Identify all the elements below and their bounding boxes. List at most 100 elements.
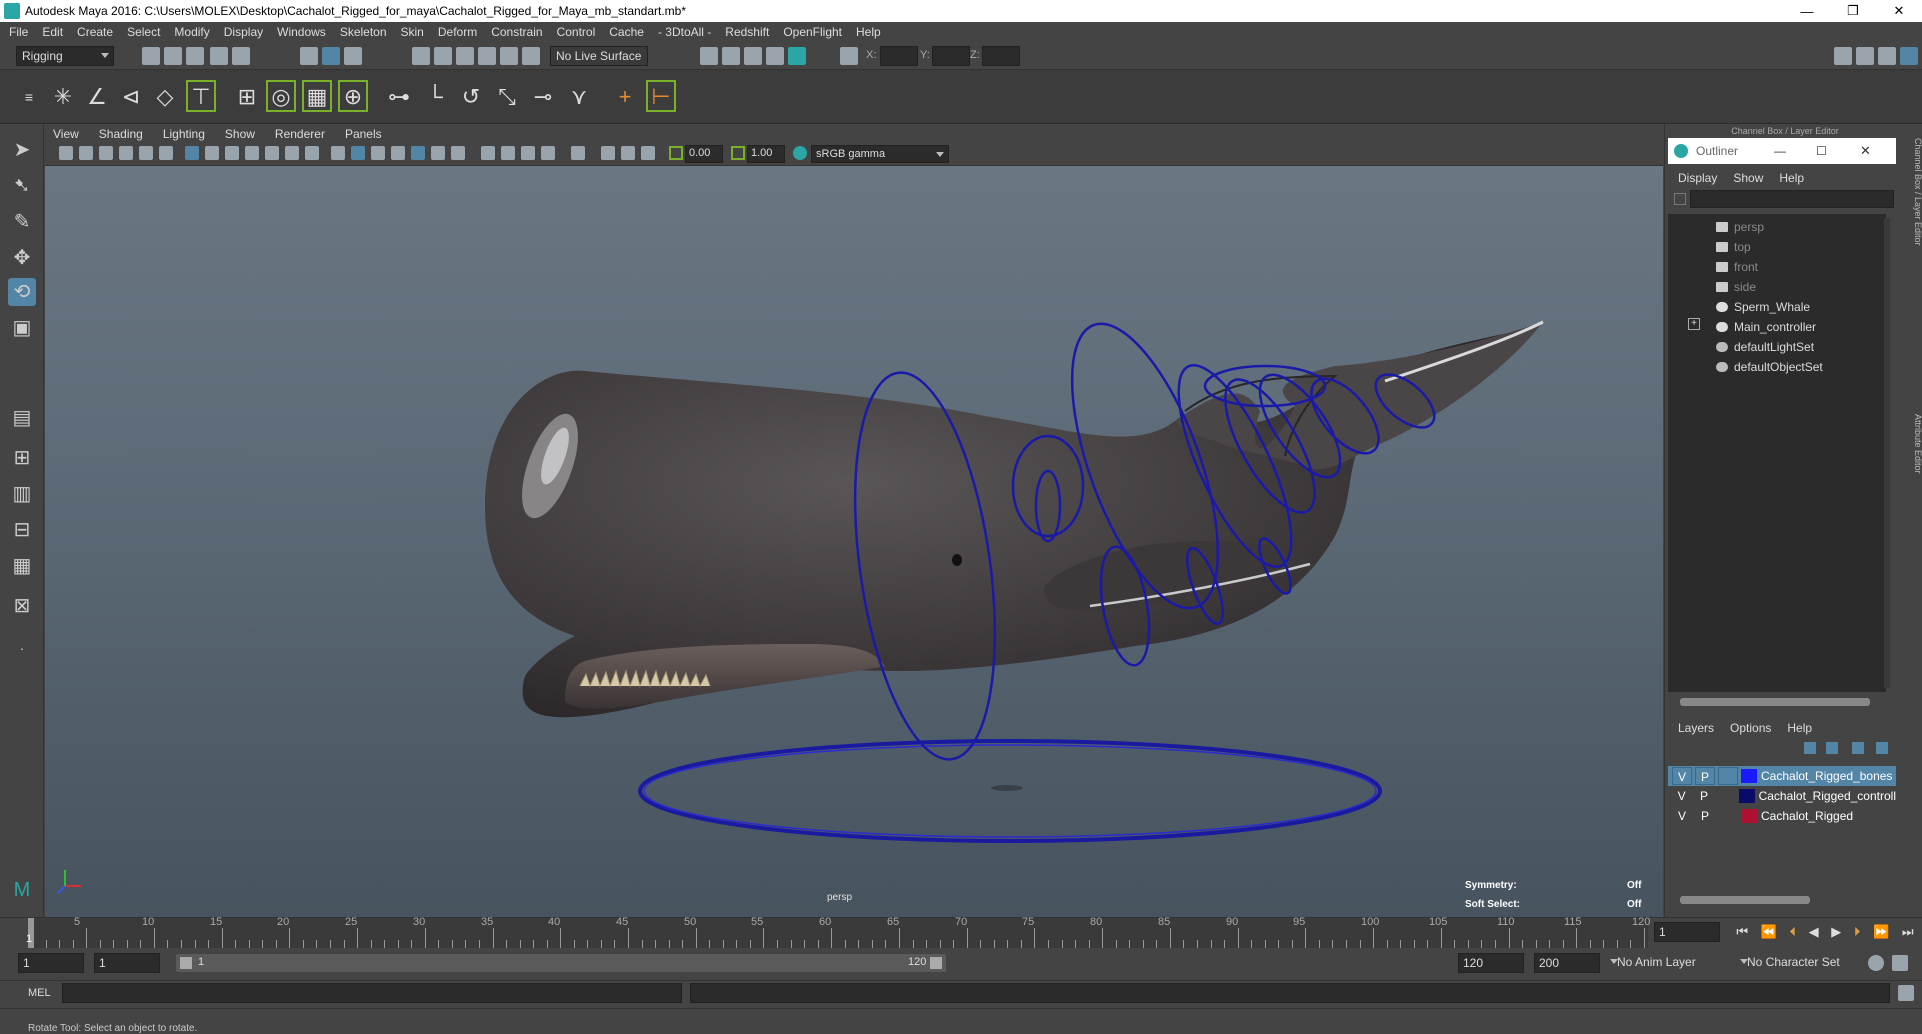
paint-select-tool-icon[interactable]: ✎ xyxy=(8,208,36,236)
bind-skin-icon[interactable]: ⊞ xyxy=(232,80,262,112)
parent-constraint-icon[interactable]: ⊶ xyxy=(384,80,414,112)
outliner-minimize-button[interactable]: — xyxy=(1774,144,1786,158)
wireframe-on-shaded-icon[interactable] xyxy=(391,146,405,160)
play-backwards-icon[interactable]: ◀ xyxy=(1809,924,1819,942)
command-input[interactable] xyxy=(62,983,682,1003)
animation-end-field[interactable]: 200 xyxy=(1534,953,1600,973)
range-end-handle[interactable] xyxy=(930,957,942,969)
isolate-select-icon[interactable] xyxy=(571,146,585,160)
persp-graph-layout-icon[interactable]: ▦ xyxy=(8,552,36,580)
gamma-toggle-icon[interactable] xyxy=(731,146,745,160)
restore-button[interactable]: ❐ xyxy=(1830,0,1876,22)
safe-title-icon[interactable] xyxy=(305,146,319,160)
outliner-item-sperm-whale[interactable]: Sperm_Whale xyxy=(1716,298,1810,316)
insert-joint-icon[interactable]: ∠ xyxy=(82,80,112,112)
custom-layout-icon[interactable]: · xyxy=(8,634,36,662)
menu-redshift[interactable]: Redshift xyxy=(725,25,769,39)
outliner-item-front[interactable]: front xyxy=(1716,258,1758,276)
snap-view-plane-icon[interactable] xyxy=(478,47,496,65)
menu-create[interactable]: Create xyxy=(77,25,113,39)
layer-visibility-toggle[interactable]: V xyxy=(1672,787,1691,805)
menu-edit[interactable]: Edit xyxy=(42,25,63,39)
move-layer-down-icon[interactable] xyxy=(1826,742,1838,754)
image-plane-icon[interactable] xyxy=(119,146,133,160)
panel-menu-renderer[interactable]: Renderer xyxy=(275,127,325,141)
x-field[interactable] xyxy=(880,46,918,66)
animation-preferences-icon[interactable] xyxy=(1892,955,1908,971)
gamma-field[interactable]: 1.00 xyxy=(747,145,785,163)
outliner-search-input[interactable] xyxy=(1690,190,1894,208)
resolution-gate-icon[interactable] xyxy=(225,146,239,160)
outliner-menu-show[interactable]: Show xyxy=(1733,171,1763,185)
channel-box-toggle-icon[interactable] xyxy=(1900,47,1918,65)
step-back-key-icon[interactable]: ⏪ xyxy=(1761,924,1777,942)
persp-viewport[interactable]: persp Symmetry: Off Soft Select: Off xyxy=(45,166,1663,917)
select-tool-icon[interactable]: ➤ xyxy=(8,136,36,164)
step-back-frame-icon[interactable]: ⏴ xyxy=(1789,924,1796,942)
maya-home-icon[interactable]: M xyxy=(8,876,36,904)
ik-handle-icon[interactable]: ◇ xyxy=(150,80,180,112)
layer-row-bones[interactable]: V P Cachalot_Rigged_bones xyxy=(1668,766,1896,786)
ipr-render-icon[interactable] xyxy=(722,47,740,65)
move-layer-up-icon[interactable] xyxy=(1804,742,1816,754)
redo-icon[interactable] xyxy=(232,47,250,65)
persp-outliner-layout-icon[interactable]: ⊟ xyxy=(8,516,36,544)
range-slider-bar[interactable]: 1 120 xyxy=(176,954,946,972)
save-scene-icon[interactable] xyxy=(186,47,204,65)
panel-menu-panels[interactable]: Panels xyxy=(345,127,382,141)
outliner-menu-help[interactable]: Help xyxy=(1779,171,1804,185)
layer-playback-toggle[interactable]: P xyxy=(1695,807,1715,825)
view-transform-dropdown[interactable]: sRGB gamma xyxy=(811,145,949,163)
panel-menu-lighting[interactable]: Lighting xyxy=(163,127,205,141)
locator-icon[interactable]: + xyxy=(610,80,640,112)
go-to-end-icon[interactable]: ⏭ xyxy=(1902,924,1914,942)
menu-set-dropdown[interactable]: Rigging xyxy=(16,46,114,66)
panel-menu-show[interactable]: Show xyxy=(225,127,255,141)
layer-display-type-toggle[interactable] xyxy=(1718,807,1738,825)
layer-playback-toggle[interactable]: P xyxy=(1695,767,1715,785)
select-by-object-icon[interactable] xyxy=(322,47,340,65)
menu-skin[interactable]: Skin xyxy=(401,25,424,39)
orient-constraint-icon[interactable]: ↺ xyxy=(456,80,486,112)
outliner-item-persp[interactable]: persp xyxy=(1716,218,1764,236)
render-settings-icon[interactable] xyxy=(744,47,762,65)
layer-visibility-toggle[interactable]: V xyxy=(1672,807,1692,825)
range-start-handle[interactable] xyxy=(180,957,192,969)
close-button[interactable]: ✕ xyxy=(1876,0,1922,22)
single-pane-layout-icon[interactable]: ▤ xyxy=(8,404,36,432)
grease-pencil-icon[interactable] xyxy=(159,146,173,160)
menu-file[interactable]: File xyxy=(9,25,28,39)
color-management-icon[interactable] xyxy=(793,146,807,160)
outliner-item-main-controller[interactable]: Main_controller xyxy=(1716,318,1816,336)
open-scene-icon[interactable] xyxy=(164,47,182,65)
shadows-icon[interactable] xyxy=(451,146,465,160)
hypershade-layout-icon[interactable]: ⊠ xyxy=(8,592,36,620)
menu-display[interactable]: Display xyxy=(224,25,263,39)
undo-icon[interactable] xyxy=(210,47,228,65)
scale-tool-icon[interactable]: ▣ xyxy=(8,314,36,342)
menu-deform[interactable]: Deform xyxy=(438,25,477,39)
create-layer-from-selected-icon[interactable] xyxy=(1876,742,1888,754)
menu-select[interactable]: Select xyxy=(127,25,160,39)
cluster-icon[interactable]: ⊕ xyxy=(338,80,368,112)
depth-of-field-icon[interactable] xyxy=(541,146,555,160)
film-gate-icon[interactable] xyxy=(205,146,219,160)
textured-icon[interactable] xyxy=(411,146,425,160)
menu-control[interactable]: Control xyxy=(557,25,596,39)
expand-main-controller-icon[interactable]: + xyxy=(1688,318,1700,330)
move-tool-icon[interactable]: ✥ xyxy=(8,244,36,272)
auto-key-icon[interactable] xyxy=(1868,955,1884,971)
step-forward-key-icon[interactable]: ⏩ xyxy=(1873,924,1889,942)
menu-3dtoall[interactable]: - 3DtoAll - xyxy=(658,25,711,39)
wireframe-icon[interactable] xyxy=(331,146,345,160)
live-icon[interactable] xyxy=(522,47,540,65)
snap-surface-icon[interactable] xyxy=(500,47,518,65)
menu-skeleton[interactable]: Skeleton xyxy=(340,25,387,39)
new-scene-icon[interactable] xyxy=(142,47,160,65)
xray-icon[interactable] xyxy=(601,146,615,160)
menu-windows[interactable]: Windows xyxy=(277,25,326,39)
menu-openflight[interactable]: OpenFlight xyxy=(783,25,842,39)
layer-color-swatch[interactable] xyxy=(1741,809,1757,823)
grid-toggle-icon[interactable] xyxy=(185,146,199,160)
layer-row-controllers[interactable]: V P Cachalot_Rigged_controll xyxy=(1668,786,1896,806)
